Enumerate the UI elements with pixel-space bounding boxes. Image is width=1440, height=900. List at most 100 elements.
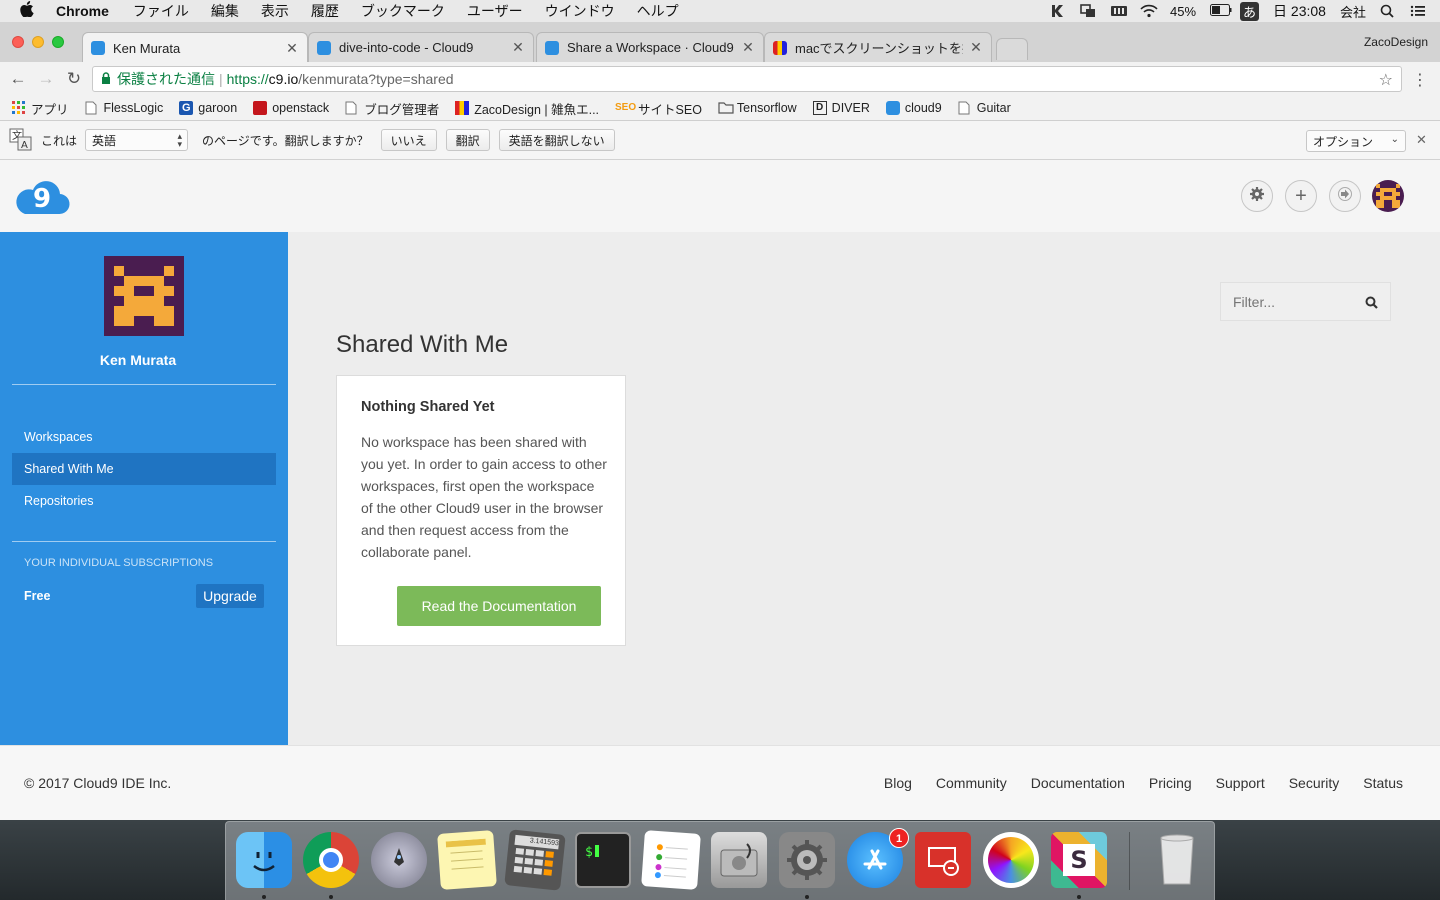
footer-link-documentation[interactable]: Documentation [1031, 775, 1125, 791]
sidebar-item-workspaces[interactable]: Workspaces [12, 421, 276, 453]
menubar-view[interactable]: 表示 [261, 1, 289, 21]
source-language-select[interactable]: 英語 ▴ ▾ [85, 129, 189, 151]
terminal-icon[interactable]: $ [575, 832, 631, 888]
create-workspace-button[interactable]: + [1285, 180, 1317, 212]
close-tab-icon[interactable]: ✕ [741, 39, 755, 56]
sidebar-item-repositories[interactable]: Repositories [12, 485, 276, 517]
close-tab-icon[interactable]: ✕ [969, 39, 983, 56]
spotlight-search-icon[interactable] [1380, 4, 1396, 18]
filter-input[interactable] [1233, 293, 1363, 310]
launchpad-icon[interactable] [371, 832, 427, 888]
tab-ken-murata[interactable]: Ken Murata ✕ [82, 32, 308, 63]
app-store-icon[interactable]: 1 [847, 828, 909, 888]
tab-dive-into-code[interactable]: dive-into-code - Cloud9 ✕ [308, 32, 534, 62]
chevron-down-icon: ⌄ [1390, 134, 1399, 145]
sidebar-item-shared-with-me[interactable]: Shared With Me [12, 453, 276, 485]
reminders-icon[interactable] [641, 830, 701, 890]
bookmark-site-seo[interactable]: SEO サイトSEO [615, 99, 702, 118]
ime-indicator[interactable]: あ [1240, 1, 1260, 21]
close-translate-icon[interactable]: ✕ [1416, 132, 1427, 148]
photos-icon[interactable] [983, 832, 1039, 888]
notification-center-icon[interactable] [1410, 4, 1426, 18]
zoom-window-button[interactable] [52, 36, 64, 48]
menubar-window[interactable]: ウインドウ [545, 1, 615, 21]
remote-desktop-icon[interactable] [915, 832, 971, 888]
back-button[interactable]: ← [7, 68, 29, 90]
footer-link-status[interactable]: Status [1363, 775, 1403, 791]
bookmark-star-icon[interactable]: ☆ [1379, 70, 1393, 90]
bookmark-flesslogic[interactable]: FlessLogic [85, 101, 163, 115]
k-app-icon[interactable] [1050, 4, 1066, 18]
menubar-app-name[interactable]: Chrome [56, 3, 109, 19]
filter-search-box[interactable] [1220, 282, 1391, 321]
memory-icon[interactable] [1110, 4, 1127, 18]
close-tab-icon[interactable]: ✕ [511, 39, 525, 56]
battery-icon[interactable] [1210, 4, 1232, 18]
close-tab-icon[interactable]: ✕ [285, 40, 299, 57]
user-avatar[interactable] [1372, 180, 1404, 212]
address-bar[interactable]: 保護された通信 | https:// c9.io /kenmurata?type… [92, 66, 1402, 92]
svg-text:A: A [21, 140, 28, 151]
bookmark-cloud9[interactable]: cloud9 [885, 101, 942, 115]
secure-connection-label[interactable]: 保護された通信 [117, 69, 215, 89]
apple-menu-icon[interactable] [20, 1, 38, 21]
minimize-window-button[interactable] [32, 36, 44, 48]
chrome-menu-icon[interactable]: ⋮ [1412, 70, 1428, 90]
bookmarks-bar: アプリ FlessLogic G garoon openstack ブログ管理者… [0, 96, 1440, 120]
profile-avatar[interactable] [104, 256, 184, 336]
bookmark-garoon[interactable]: G garoon [179, 101, 237, 115]
translate-no-button[interactable]: いいえ [380, 129, 437, 151]
tab-share-workspace[interactable]: Share a Workspace · Cloud9 ✕ [536, 32, 764, 62]
menubar-company[interactable]: 会社 [1340, 2, 1366, 21]
menubar-users[interactable]: ユーザー [467, 1, 523, 21]
footer-link-security[interactable]: Security [1289, 775, 1340, 791]
footer-link-blog[interactable]: Blog [884, 775, 912, 791]
finder-icon[interactable] [236, 832, 292, 888]
notes-icon[interactable] [437, 830, 497, 890]
chrome-icon[interactable] [303, 832, 359, 888]
cloud9-logo-icon[interactable]: 9 [11, 176, 71, 216]
slack-icon[interactable]: S [1051, 832, 1107, 888]
screen-capture-icon[interactable] [1080, 4, 1096, 18]
menubar-bookmarks[interactable]: ブックマーク [361, 1, 445, 21]
openstack-icon [253, 101, 268, 115]
new-tab-button[interactable] [996, 38, 1028, 60]
read-documentation-button[interactable]: Read the Documentation [397, 586, 601, 626]
bookmark-tensorflow[interactable]: Tensorflow [718, 101, 797, 115]
browser-window: Ken Murata ✕ dive-into-code - Cloud9 ✕ S… [0, 22, 1440, 120]
close-window-button[interactable] [12, 36, 24, 48]
menubar-edit[interactable]: 編集 [211, 1, 239, 21]
settings-button[interactable] [1241, 180, 1273, 212]
bookmark-openstack[interactable]: openstack [253, 101, 329, 115]
menubar-history[interactable]: 履歴 [311, 1, 339, 21]
system-preferences-icon[interactable] [779, 832, 835, 888]
disk-utility-icon[interactable] [711, 832, 767, 888]
bookmark-apps[interactable]: アプリ [12, 99, 69, 118]
menubar-file[interactable]: ファイル [133, 1, 189, 21]
footer-link-community[interactable]: Community [936, 775, 1007, 791]
footer-link-support[interactable]: Support [1216, 775, 1265, 791]
bookmark-guitar[interactable]: Guitar [958, 101, 1011, 115]
tab-mac-screenshot[interactable]: macでスクリーンショットを撮る ✕ [764, 32, 992, 62]
bookmark-zacodesign[interactable]: ZacoDesign | 雑魚エ... [455, 99, 599, 118]
never-translate-button[interactable]: 英語を翻訳しない [498, 129, 615, 151]
reload-button[interactable]: ↻ [63, 68, 85, 90]
search-icon[interactable] [1365, 296, 1378, 314]
bookmark-blog-admin[interactable]: ブログ管理者 [345, 99, 439, 118]
tab-title: Share a Workspace · Cloud9 [567, 40, 734, 55]
forward-button[interactable]: → [35, 68, 57, 90]
trash-icon[interactable] [1149, 832, 1205, 888]
bookmark-diver[interactable]: D DIVER [812, 101, 870, 115]
profile-name[interactable]: ZacoDesign [1364, 35, 1428, 49]
translate-button[interactable]: 翻訳 [445, 129, 490, 151]
logout-button[interactable] [1329, 180, 1361, 212]
menubar-clock[interactable]: 日 23:08 [1273, 1, 1326, 21]
app-store-badge: 1 [889, 828, 909, 848]
footer-link-pricing[interactable]: Pricing [1149, 775, 1192, 791]
upgrade-button[interactable]: Upgrade [196, 584, 264, 608]
wifi-icon[interactable] [1140, 4, 1158, 18]
calculator-icon[interactable]: 3.141593 [504, 829, 566, 891]
translate-options-select[interactable]: オプション ⌄ [1306, 130, 1406, 152]
menubar-help[interactable]: ヘルプ [637, 1, 679, 21]
bookmark-label: ブログ管理者 [364, 102, 440, 117]
